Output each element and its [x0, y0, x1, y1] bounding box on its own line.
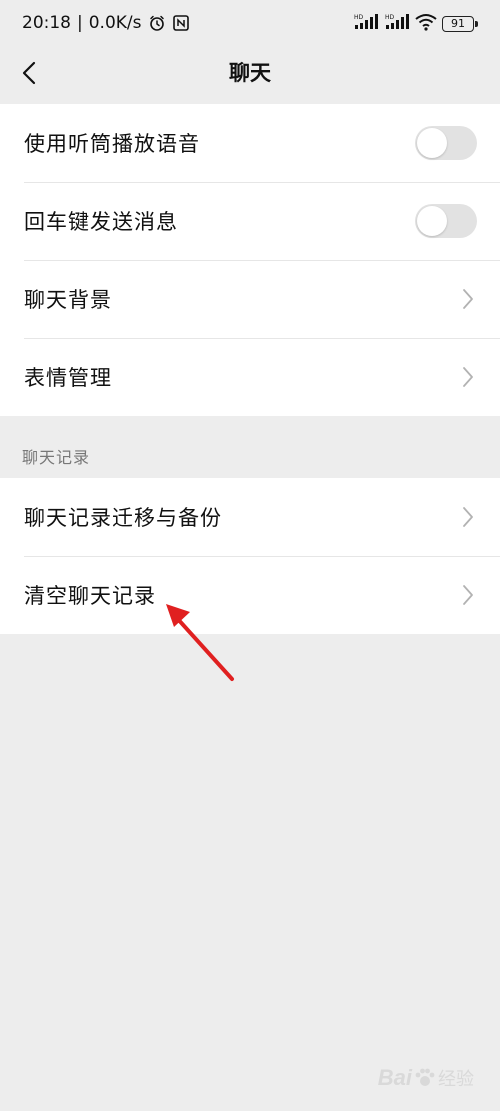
section-header-chat-history: 聊天记录 — [22, 448, 91, 467]
battery-level: 91 — [451, 17, 465, 30]
chevron-right-icon — [463, 585, 473, 605]
setting-label: 清空聊天记录 — [24, 584, 156, 608]
status-time: 20:18 — [22, 13, 71, 33]
page-title: 聊天 — [229, 61, 271, 85]
battery-icon: 91 — [442, 16, 478, 32]
setting-row-clear-history[interactable]: 清空聊天记录 — [0, 556, 500, 634]
setting-row-enter-send[interactable]: 回车键发送消息 — [0, 182, 500, 260]
setting-label: 回车键发送消息 — [24, 210, 178, 234]
nfc-icon — [172, 14, 190, 32]
chevron-right-icon — [463, 367, 473, 387]
status-separator: | — [77, 13, 83, 33]
settings-group-chat-history: 聊天记录迁移与备份 清空聊天记录 — [0, 478, 500, 634]
setting-row-earpiece[interactable]: 使用听筒播放语音 — [0, 104, 500, 182]
setting-label: 表情管理 — [24, 366, 112, 390]
watermark-suffix: 经验 — [438, 1069, 474, 1090]
setting-row-chat-background[interactable]: 聊天背景 — [0, 260, 500, 338]
status-right: HD HD 91 — [353, 13, 478, 35]
setting-row-migrate-backup[interactable]: 聊天记录迁移与备份 — [0, 478, 500, 556]
status-bar: 20:18 | 0.0K/s HD HD 91 — [0, 0, 500, 46]
signal-icon: HD — [353, 13, 379, 35]
chevron-right-icon — [463, 289, 473, 309]
enter-send-toggle[interactable] — [415, 204, 477, 238]
chevron-right-icon — [463, 507, 473, 527]
signal-icon: HD — [384, 13, 410, 35]
settings-group-general: 使用听筒播放语音 回车键发送消息 聊天背景 表情管理 — [0, 104, 500, 416]
setting-label: 聊天背景 — [24, 288, 112, 312]
watermark-text: Bai — [377, 1065, 412, 1090]
wifi-icon — [415, 13, 437, 35]
signal-hd-label: HD — [354, 14, 364, 21]
earpiece-toggle[interactable] — [415, 126, 477, 160]
watermark: Bai 经验 — [378, 1065, 474, 1091]
toggle-knob — [417, 128, 447, 158]
nav-bar: 聊天 — [0, 46, 500, 102]
status-network-speed: 0.0K/s — [88, 13, 142, 33]
setting-label: 使用听筒播放语音 — [24, 132, 200, 156]
signal-hd-label: HD — [385, 14, 395, 21]
alarm-icon — [148, 14, 166, 32]
status-left: 20:18 | 0.0K/s — [22, 11, 190, 35]
setting-label: 聊天记录迁移与备份 — [24, 506, 222, 530]
annotation-arrow — [166, 604, 234, 681]
toggle-knob — [417, 206, 447, 236]
paw-icon — [415, 1068, 435, 1086]
setting-row-sticker-management[interactable]: 表情管理 — [0, 338, 500, 416]
